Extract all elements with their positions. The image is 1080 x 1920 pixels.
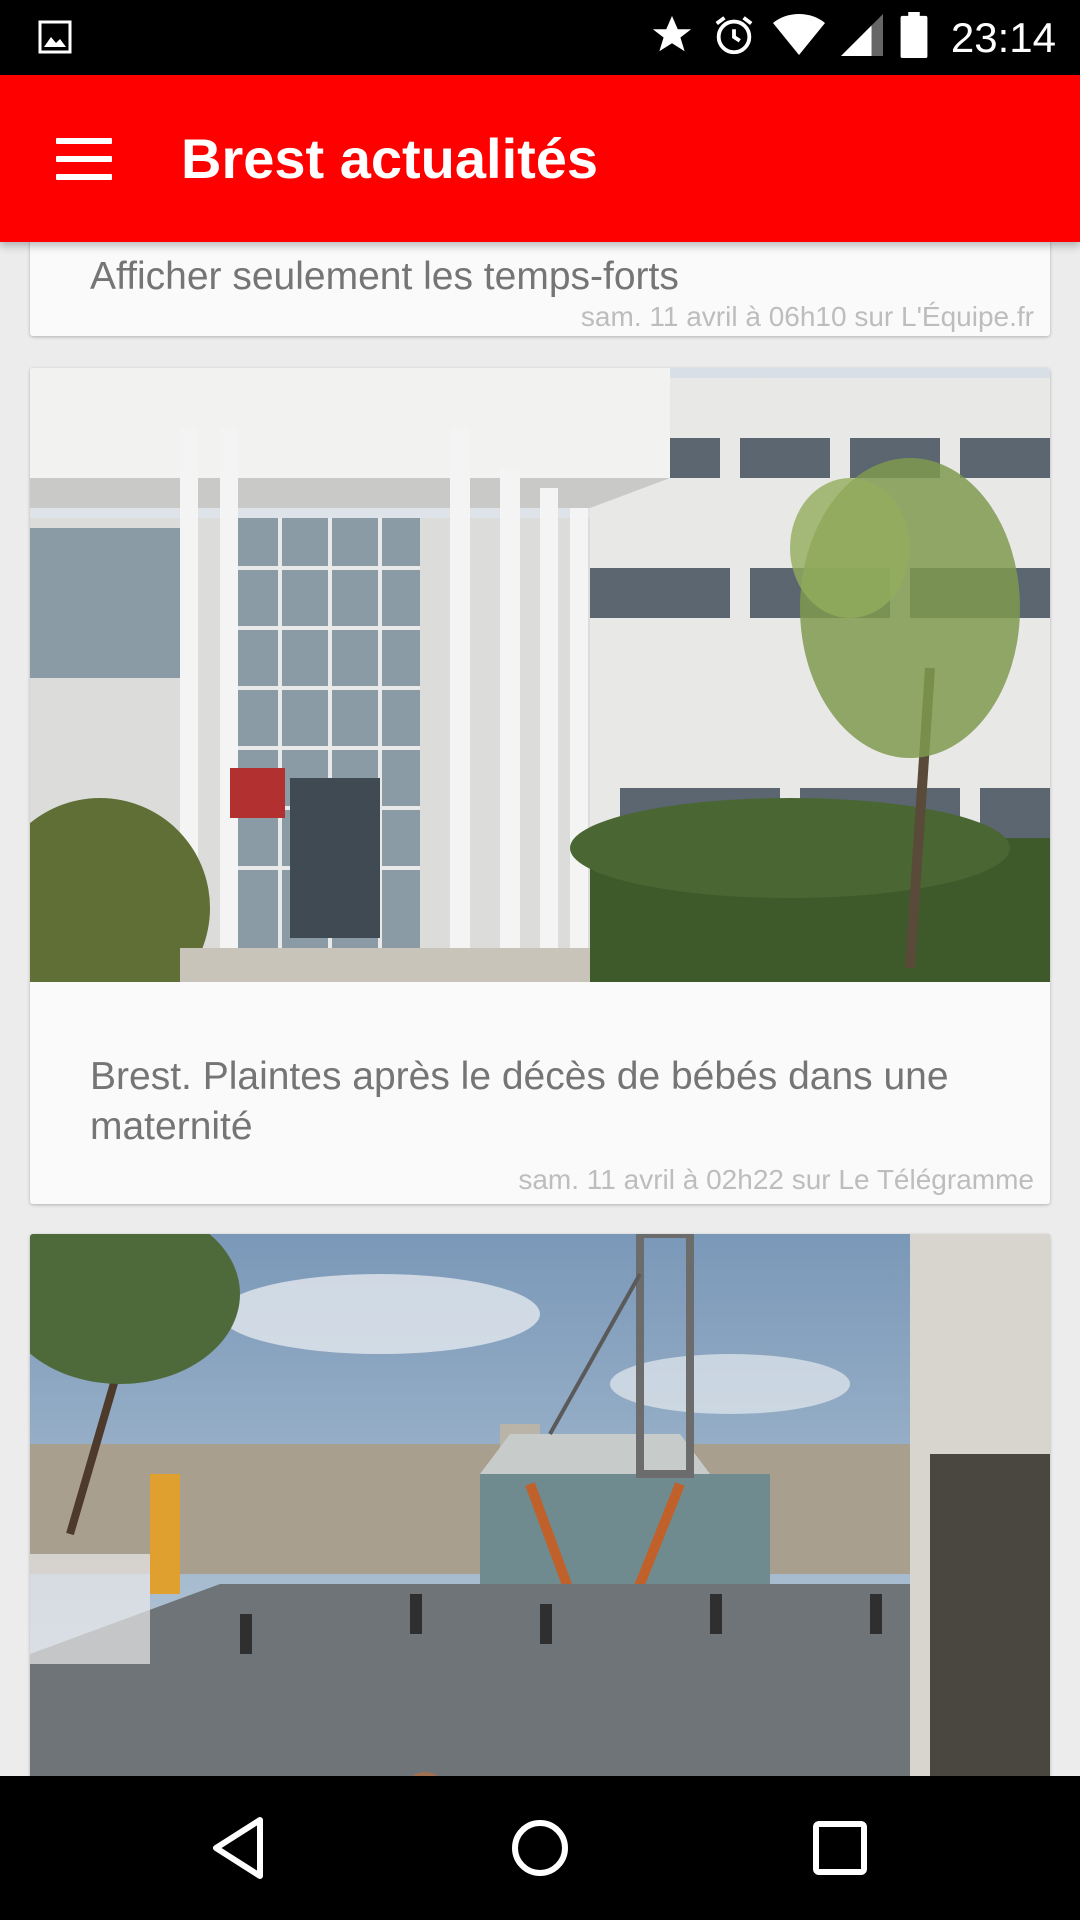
status-bar: 23:14 xyxy=(0,0,1080,75)
home-icon[interactable] xyxy=(500,1808,580,1888)
article-title: Brest. Plaintes après le décès de bébés … xyxy=(90,1055,949,1148)
back-icon[interactable] xyxy=(200,1808,280,1888)
article-meta: sam. 11 avril à 06h10 sur L'Équipe.fr xyxy=(580,301,1034,332)
app-bar: Brest actualités xyxy=(0,75,1080,242)
star-icon xyxy=(649,12,695,63)
alarm-icon xyxy=(711,12,757,63)
hamburger-menu-icon[interactable] xyxy=(42,121,126,197)
battery-icon xyxy=(899,12,929,63)
clock: 23:14 xyxy=(950,13,1056,61)
news-feed[interactable]: Afficher seulement les temps-forts sam. … xyxy=(0,242,1080,1776)
wifi-icon xyxy=(772,12,825,63)
news-card[interactable]: Brest. Plaintes après le décès de bébés … xyxy=(30,368,1050,1204)
article-title: Afficher seulement les temps-forts xyxy=(90,255,679,298)
app-title: Brest actualités xyxy=(181,127,599,190)
image-notification-icon xyxy=(38,20,72,59)
news-card[interactable]: Afficher seulement les temps-forts sam. … xyxy=(30,242,1050,336)
signal-icon xyxy=(840,12,883,63)
recents-icon[interactable] xyxy=(800,1808,880,1888)
article-meta: sam. 11 avril à 02h22 sur Le Télégramme xyxy=(518,1164,1034,1195)
news-card[interactable] xyxy=(30,1234,1050,1776)
navigation-bar xyxy=(0,1776,1080,1920)
hospital-building-photo xyxy=(30,368,1050,982)
cable-car-station-photo xyxy=(30,1234,1050,1776)
